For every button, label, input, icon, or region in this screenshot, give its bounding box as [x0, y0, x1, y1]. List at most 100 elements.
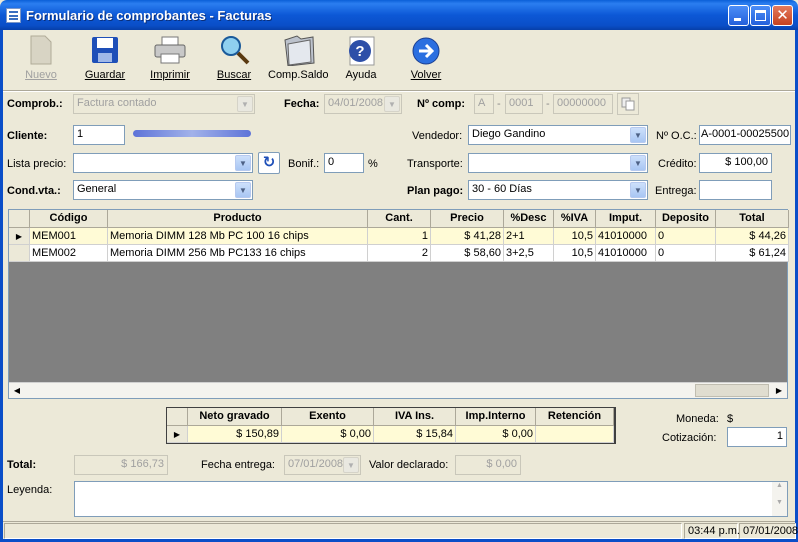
header-deposito[interactable]: Deposito — [656, 210, 716, 228]
cell-codigo[interactable]: MEM001 — [30, 228, 108, 245]
condvta-select[interactable]: General ▼ — [73, 180, 253, 200]
cell-imput[interactable]: 41010000 — [596, 228, 656, 245]
ncomp-number-value: 00000000 — [557, 97, 606, 109]
cliente-name-redacted — [133, 130, 251, 137]
vertical-scrollbar[interactable]: ▲ ▼ — [772, 482, 787, 516]
ncomp-letter-field[interactable]: A — [474, 94, 494, 114]
guardar-button[interactable]: Guardar — [75, 34, 135, 84]
scroll-up-icon[interactable]: ▲ — [772, 482, 787, 489]
cell-precio[interactable]: $ 41,28 — [431, 228, 504, 245]
table-row[interactable]: ▶ $ 150,89 $ 0,00 $ 15,84 $ 0,00 — [167, 426, 614, 443]
svg-text:?: ? — [355, 43, 364, 60]
cell-cant[interactable]: 1 — [368, 228, 431, 245]
lista-precio-select[interactable]: ▼ — [73, 153, 253, 173]
buscar-button[interactable]: Buscar — [204, 34, 264, 84]
scroll-down-icon[interactable]: ▼ — [772, 499, 787, 506]
magnifier-icon — [221, 36, 250, 65]
fecha-entrega-value: 07/01/2008 — [288, 458, 344, 470]
imprimir-button[interactable]: Imprimir — [140, 34, 200, 84]
header-desc[interactable]: %Desc — [504, 210, 554, 228]
vendedor-select[interactable]: Diego Gandino ▼ — [468, 125, 648, 145]
ncomp-number-field[interactable]: 00000000 — [553, 94, 613, 114]
header-cant[interactable]: Cant. — [368, 210, 431, 228]
refresh-button[interactable]: ↻ — [258, 152, 280, 174]
comp-saldo-button[interactable]: Comp.Saldo — [268, 34, 329, 84]
plan-pago-select[interactable]: 30 - 60 Días ▼ — [468, 180, 648, 200]
copy-button[interactable] — [617, 93, 639, 115]
scroll-left-icon[interactable]: ◀ — [9, 383, 25, 398]
cell-total[interactable]: $ 61,24 — [716, 245, 789, 262]
cell-imput[interactable]: 41010000 — [596, 245, 656, 262]
cotizacion-field[interactable]: 1 — [727, 427, 787, 447]
header-retencion[interactable]: Retención — [536, 408, 614, 426]
ayuda-button[interactable]: ? Ayuda — [331, 34, 391, 84]
totals-grid[interactable]: Neto gravado Exento IVA Ins. Imp.Interno… — [166, 407, 616, 444]
cell-iva[interactable]: 10,5 — [554, 245, 596, 262]
cotizacion-value: 1 — [776, 430, 783, 442]
table-row[interactable]: ▶ MEM001 Memoria DIMM 128 Mb PC 100 16 c… — [9, 228, 789, 245]
noc-field[interactable]: A-0001-00025500 — [699, 125, 791, 145]
chevron-down-icon: ▼ — [235, 182, 251, 198]
header-codigo[interactable]: Código — [30, 210, 108, 228]
printer-icon — [154, 36, 186, 64]
header-producto[interactable]: Producto — [108, 210, 368, 228]
cell-deposito[interactable]: 0 — [656, 228, 716, 245]
chevron-down-icon: ▼ — [384, 96, 400, 112]
cell-iva-ins[interactable]: $ 15,84 — [374, 426, 456, 443]
fecha-entrega-select[interactable]: 07/01/2008 ▼ — [284, 455, 361, 475]
fecha-select[interactable]: 04/01/2008 ▼ — [324, 94, 402, 114]
leyenda-textarea[interactable]: ▲ ▼ — [74, 481, 788, 517]
cell-deposito[interactable]: 0 — [656, 245, 716, 262]
fecha-label: Fecha: — [284, 98, 320, 110]
header-imp-interno[interactable]: Imp.Interno — [456, 408, 536, 426]
nuevo-button[interactable]: Nuevo — [11, 34, 71, 84]
row-selector[interactable] — [9, 245, 30, 262]
scrollbar-thumb[interactable] — [695, 384, 769, 397]
cell-imp-interno[interactable]: $ 0,00 — [456, 426, 536, 443]
maximize-button[interactable] — [750, 5, 771, 26]
cell-neto[interactable]: $ 150,89 — [188, 426, 282, 443]
ncomp-pv-field[interactable]: 0001 — [505, 94, 543, 114]
cell-producto[interactable]: Memoria DIMM 256 Mb PC133 16 chips — [108, 245, 368, 262]
cell-cant[interactable]: 2 — [368, 245, 431, 262]
entrega-field[interactable] — [699, 180, 772, 200]
cell-codigo[interactable]: MEM002 — [30, 245, 108, 262]
window-title: Formulario de comprobantes - Facturas — [26, 8, 272, 23]
header-imput[interactable]: Imput. — [596, 210, 656, 228]
table-row[interactable]: MEM002 Memoria DIMM 256 Mb PC133 16 chip… — [9, 245, 789, 262]
cell-desc[interactable]: 2+1 — [504, 228, 554, 245]
comprob-select[interactable]: Factura contado ▼ — [73, 94, 255, 114]
condvta-label: Cond.vta.: — [7, 185, 61, 197]
bonif-field[interactable]: 0 — [324, 153, 364, 173]
header-neto[interactable]: Neto gravado — [188, 408, 282, 426]
cell-precio[interactable]: $ 58,60 — [431, 245, 504, 262]
items-grid[interactable]: Código Producto Cant. Precio %Desc %IVA … — [8, 209, 789, 399]
header-exento[interactable]: Exento — [282, 408, 374, 426]
lista-precio-label: Lista precio: — [7, 158, 67, 170]
header-total[interactable]: Total — [716, 210, 789, 228]
header-precio[interactable]: Precio — [431, 210, 504, 228]
credito-field[interactable]: $ 100,00 — [699, 153, 772, 173]
total-field[interactable]: $ 166,73 — [74, 455, 168, 475]
header-iva-ins[interactable]: IVA Ins. — [374, 408, 456, 426]
header-iva[interactable]: %IVA — [554, 210, 596, 228]
cell-total[interactable]: $ 44,26 — [716, 228, 789, 245]
comprob-label: Comprob.: — [7, 98, 63, 110]
valor-declarado-field[interactable]: $ 0,00 — [455, 455, 521, 475]
horizontal-scrollbar[interactable]: ◀ ▶ — [9, 382, 787, 398]
transporte-select[interactable]: ▼ — [468, 153, 648, 173]
minimize-button[interactable] — [728, 5, 749, 26]
buscar-label: Buscar — [216, 69, 252, 81]
title-bar[interactable]: Formulario de comprobantes - Facturas ✕ — [0, 0, 798, 30]
cliente-field[interactable]: 1 — [73, 125, 125, 145]
cell-producto[interactable]: Memoria DIMM 128 Mb PC 100 16 chips — [108, 228, 368, 245]
close-button[interactable]: ✕ — [772, 5, 793, 26]
cell-retencion[interactable] — [536, 426, 614, 443]
volver-button[interactable]: Volver — [396, 34, 456, 84]
scroll-right-icon[interactable]: ▶ — [771, 383, 787, 398]
cell-desc[interactable]: 3+2,5 — [504, 245, 554, 262]
moneda-value: $ — [727, 413, 734, 425]
cell-exento[interactable]: $ 0,00 — [282, 426, 374, 443]
status-panel — [4, 523, 682, 539]
cell-iva[interactable]: 10,5 — [554, 228, 596, 245]
